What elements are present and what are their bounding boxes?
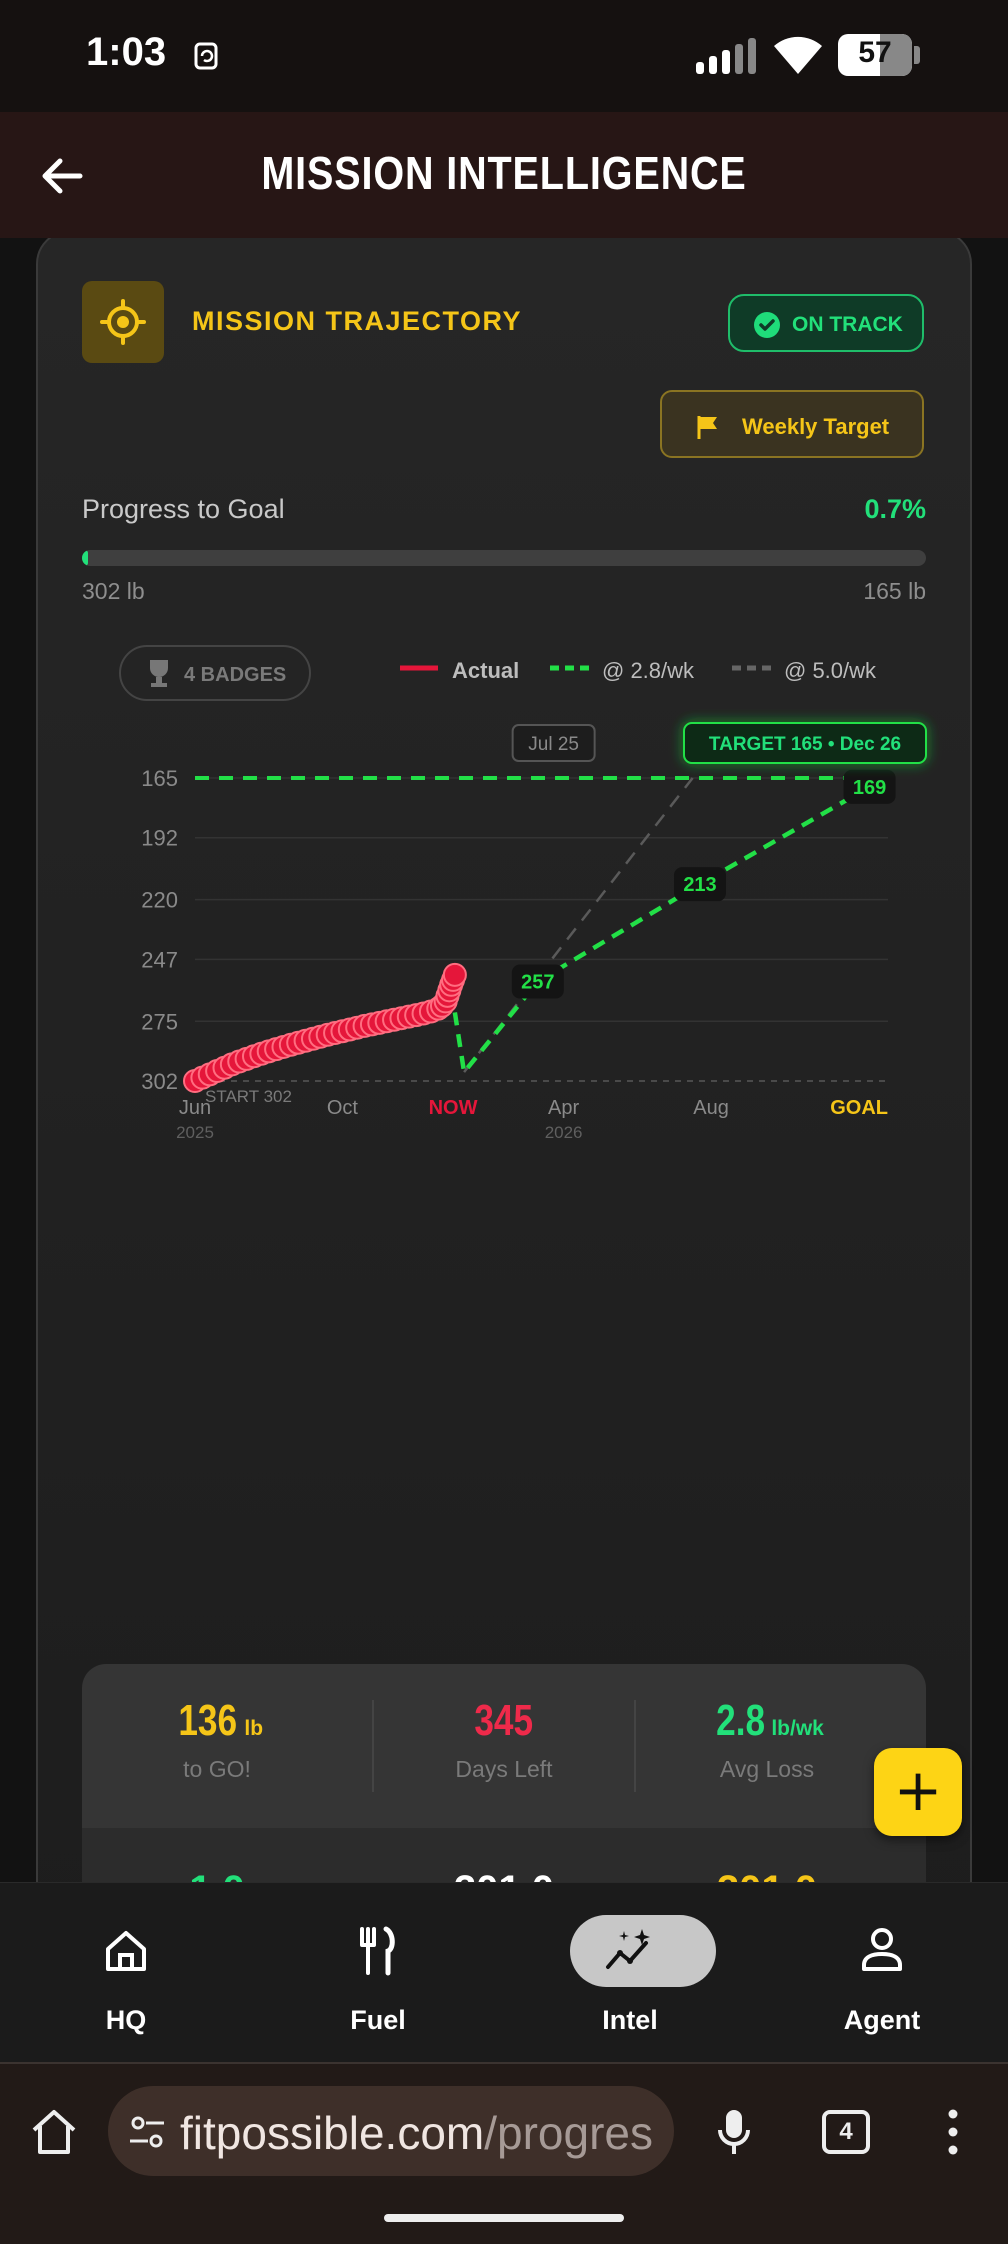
nav-item-fuel[interactable]: Fuel xyxy=(278,1913,478,2043)
wifi-icon xyxy=(774,36,822,74)
y-tick-label: 275 xyxy=(141,1009,178,1034)
y-tick-label: 192 xyxy=(141,826,178,851)
browser-bar: fitpossible.com/progres 4 xyxy=(0,2062,1008,2244)
nav-label-agent: Agent xyxy=(843,2005,921,2035)
utensils-icon xyxy=(360,1926,395,1976)
stat-to-go: 136 lb to GO! xyxy=(82,1696,352,1783)
x-tick-label: Apr xyxy=(548,1097,579,1119)
page-title: MISSION INTELLIGENCE xyxy=(261,147,747,199)
y-tick-label: 165 xyxy=(141,766,178,791)
browser-home-icon[interactable] xyxy=(28,2106,80,2158)
x-tick-label: GOAL xyxy=(830,1097,888,1119)
nav-label-hq: HQ xyxy=(105,2005,147,2035)
point-label: 257 xyxy=(521,971,554,993)
trend-sparkle-icon xyxy=(606,1929,650,1969)
more-options-icon[interactable] xyxy=(946,2106,960,2158)
y-tick-label: 302 xyxy=(141,1069,178,1094)
microphone-icon[interactable] xyxy=(714,2106,754,2158)
stat2-value: 301.0 xyxy=(369,1868,639,1882)
chart-series xyxy=(183,775,889,1093)
x-tick-label: Aug xyxy=(693,1097,729,1119)
nav-item-agent[interactable]: Agent xyxy=(782,1913,982,2043)
nav-label-intel: Intel xyxy=(602,2005,658,2035)
tab-count: 4 xyxy=(839,2118,853,2145)
url-host: fitpossible.com xyxy=(180,2107,485,2159)
badges-chip[interactable]: 4 BADGES xyxy=(119,645,311,701)
url-path: /progres xyxy=(484,2107,653,2159)
gesture-bar xyxy=(384,2214,624,2222)
bottom-nav: HQ Fuel Intel Agent xyxy=(0,1882,1008,2062)
stat-days-left-value: 345 xyxy=(474,1696,534,1745)
y-tick-label: 220 xyxy=(141,888,178,913)
home-icon xyxy=(106,1931,146,1971)
nav-label-fuel: Fuel xyxy=(350,2005,406,2035)
nav-item-hq[interactable]: HQ xyxy=(26,1913,226,2043)
actual-point xyxy=(442,962,467,987)
legend-actual: Actual xyxy=(452,658,519,683)
address-bar[interactable]: fitpossible.com/progres xyxy=(108,2086,674,2176)
start-label: START 302 xyxy=(205,1087,292,1106)
stat-days-left: 345 Days Left xyxy=(369,1696,639,1783)
badges-label: 4 BADGES xyxy=(184,664,286,686)
legend-slow: @ 2.8/wk xyxy=(602,658,695,683)
stat2-value: 1.0 xyxy=(82,1868,352,1882)
y-tick-label: 247 xyxy=(141,947,178,972)
tab-switcher-button[interactable]: 4 xyxy=(822,2110,870,2154)
trajectory-chart: 4 BADGES Actual @ 2.8/wk @ 5.0/wk 165 192… xyxy=(119,645,927,1142)
x-tick-label: NOW xyxy=(429,1097,478,1119)
x-tick-label: Oct xyxy=(327,1097,359,1119)
stat-avg-loss: 2.8 lb/wk Avg Loss xyxy=(632,1696,902,1783)
point-label: 169 xyxy=(853,777,886,799)
main-content[interactable]: MISSION TRAJECTORY ON TRACK Weekly Targe… xyxy=(0,238,1008,1882)
chart-legend: Actual @ 2.8/wk @ 5.0/wk xyxy=(400,658,877,683)
stat-avg-loss-value: 2.8 xyxy=(716,1696,766,1745)
app-header: MISSION INTELLIGENCE xyxy=(0,112,1008,238)
chart-grid: 165192220247275302Jun2025Oct NOW Apr2026Au… xyxy=(141,766,888,1142)
stat-to-go-value: 136 xyxy=(178,1696,238,1745)
sync-icon xyxy=(194,42,218,70)
status-bar: 1:03 57 xyxy=(0,0,1008,112)
series-projected xyxy=(452,775,889,1078)
url-text: fitpossible.com/progres xyxy=(180,2106,653,2160)
target-label: TARGET 165 • Dec 26 xyxy=(709,734,901,755)
stats-panel: 136 lb to GO! 345 Days Left 2.8 lb/wk Avg … xyxy=(82,1664,926,1882)
site-settings-icon[interactable] xyxy=(128,2114,166,2150)
point-label: 213 xyxy=(683,874,716,896)
stat2-value: 301.0 xyxy=(632,1868,902,1882)
x-tick-sublabel: 2026 xyxy=(545,1123,583,1142)
x-tick-sublabel: 2025 xyxy=(176,1123,214,1142)
battery-icon: 57 xyxy=(838,34,922,76)
stats-row-2: 1.0 301.0 301.0 xyxy=(82,1828,926,1882)
signal-icon xyxy=(696,38,756,74)
person-icon xyxy=(862,1928,902,1971)
nav-item-intel[interactable]: Intel xyxy=(530,1913,730,2043)
plus-icon: + xyxy=(893,1756,943,1824)
battery-level: 57 xyxy=(858,36,892,69)
stat-to-go-unit: lb xyxy=(244,1717,264,1740)
stat-days-left-label: Days Left xyxy=(455,1756,553,1782)
legend-fast: @ 5.0/wk xyxy=(784,658,877,683)
add-entry-button[interactable]: + xyxy=(874,1748,962,1836)
stat-avg-loss-label: Avg Loss xyxy=(719,1756,815,1782)
status-time: 1:03 xyxy=(86,30,167,74)
stat-avg-loss-unit: lb/wk xyxy=(771,1717,824,1740)
stat-to-go-label: to GO! xyxy=(183,1756,251,1782)
fast-label: Jul 25 xyxy=(528,734,579,755)
